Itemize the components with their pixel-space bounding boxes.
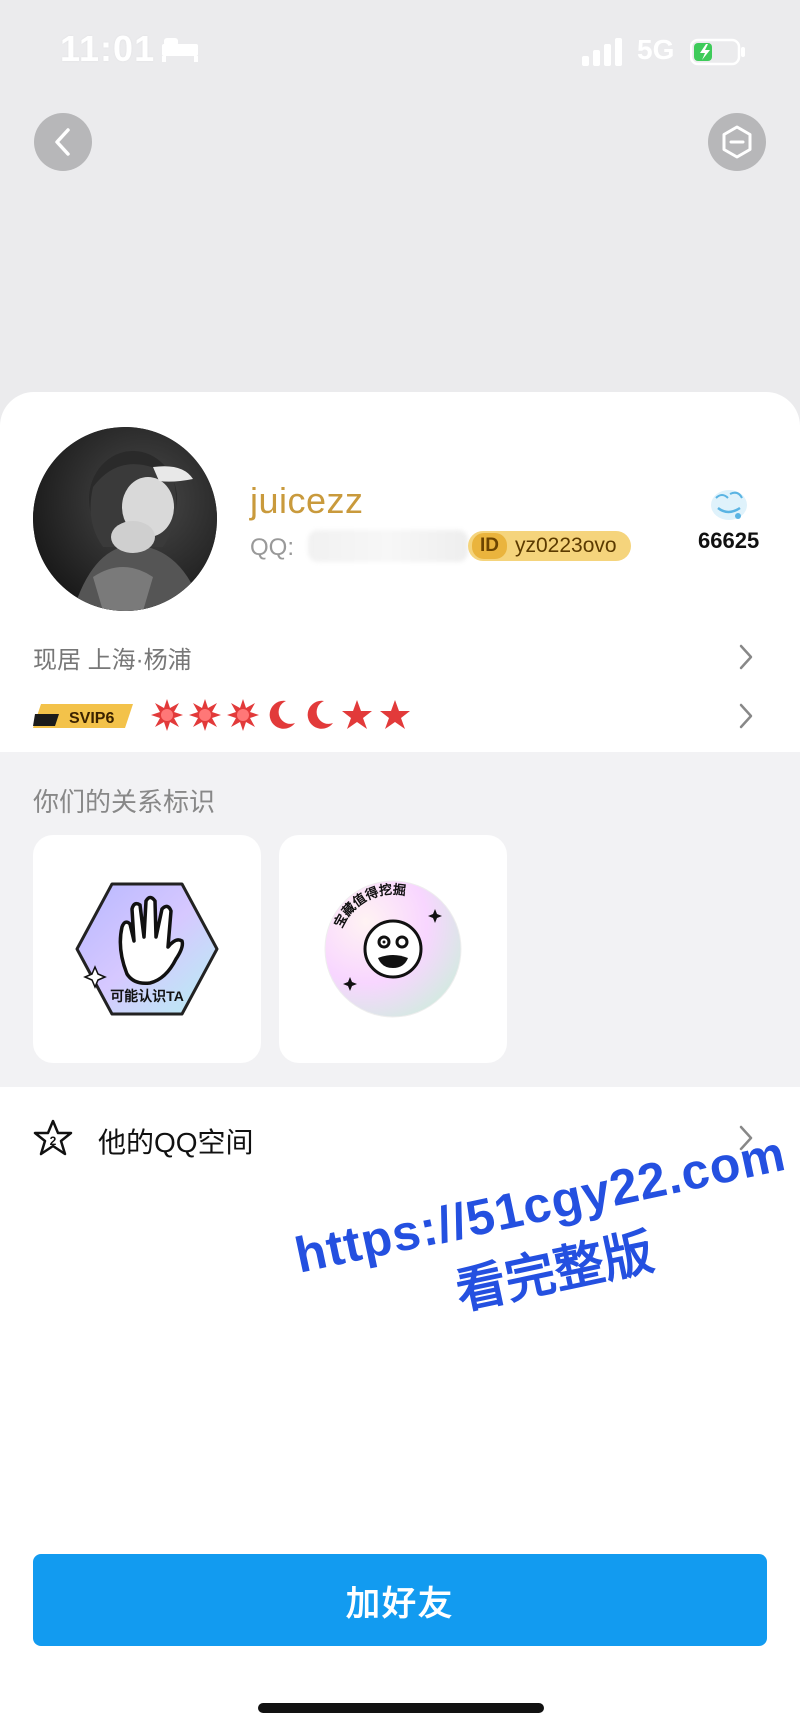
qq-number-blurred <box>308 530 468 562</box>
star-icon <box>380 700 410 729</box>
battery-icon <box>690 38 745 66</box>
chevron-left-icon <box>55 128 70 156</box>
sun-icon <box>227 699 259 731</box>
status-time: 11:01 <box>60 28 156 69</box>
back-button[interactable] <box>34 113 92 171</box>
id-value: yz0223ovo <box>515 534 617 557</box>
wave-hand-badge-icon: 可能认识TA <box>75 882 219 1016</box>
nickname: juicezz <box>250 480 364 521</box>
qzone-star-icon: 2 <box>33 1119 73 1156</box>
star-icon <box>342 700 372 729</box>
treasure-badge-icon: 宝藏值得挖掘 <box>324 880 462 1018</box>
moon-icon <box>269 700 295 729</box>
like-count: 66625 <box>698 528 760 553</box>
chevron-right-icon[interactable] <box>738 643 754 671</box>
relationship-title: 你们的关系标识 <box>33 787 216 817</box>
more-button[interactable] <box>708 113 766 171</box>
qzone-label[interactable]: 他的QQ空间 <box>98 1121 254 1161</box>
svip-label: SVIP6 <box>69 710 114 727</box>
sun-icon <box>151 699 183 731</box>
badge1-text: 可能认识TA <box>110 988 184 1004</box>
sun-icon <box>189 699 221 731</box>
network-type: 5G <box>637 34 675 65</box>
hexagon-icon <box>722 125 752 159</box>
level-icons[interactable] <box>150 698 412 732</box>
chevron-right-icon[interactable] <box>738 702 754 730</box>
add-friend-button[interactable]: 加好友 <box>33 1554 767 1646</box>
qq-label: QQ: <box>250 534 295 561</box>
home-indicator[interactable] <box>258 1703 544 1713</box>
avatar-image <box>33 427 217 611</box>
relation-badge-card[interactable]: 宝藏值得挖掘 <box>279 835 507 1063</box>
relation-badge-card[interactable]: 可能认识TA <box>33 835 261 1063</box>
id-badge[interactable]: ID yz0223ovo <box>468 531 631 561</box>
like-icon[interactable] <box>708 486 750 524</box>
svip-badge[interactable]: SVIP6 <box>33 700 135 732</box>
qzone-icon-number: 2 <box>50 1134 57 1148</box>
location-text[interactable]: 现居 上海·杨浦 <box>33 640 192 675</box>
signal-icon <box>582 38 622 66</box>
moon-icon <box>307 700 333 729</box>
bed-icon <box>162 38 198 62</box>
id-tag: ID <box>472 533 507 559</box>
avatar[interactable] <box>33 427 217 611</box>
